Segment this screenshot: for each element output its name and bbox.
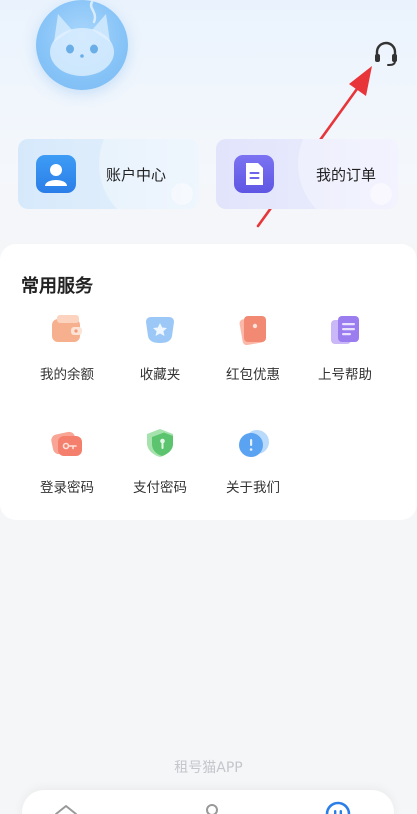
bottom-tab-bar (22, 790, 394, 814)
document-icon (234, 155, 274, 193)
avatar[interactable] (36, 0, 128, 90)
section-title: 常用服务 (21, 276, 93, 297)
service-label: 关于我们 (226, 480, 280, 496)
headset-icon (375, 41, 397, 66)
service-label: 红包优惠 (226, 367, 280, 383)
tab-profile[interactable] (198, 800, 226, 814)
service-about-us[interactable]: 关于我们 (208, 425, 298, 505)
cat-mascot-icon (50, 0, 114, 76)
account-center-label: 账户中心 (106, 166, 167, 184)
help-document-icon (327, 312, 363, 348)
service-favorites[interactable]: 收藏夹 (115, 312, 205, 392)
service-login-password[interactable]: 登录密码 (22, 425, 112, 505)
customer-service-button[interactable] (370, 38, 402, 70)
info-bubble-icon (235, 425, 271, 461)
shield-lock-icon (142, 425, 178, 461)
star-folder-icon (142, 312, 178, 348)
tab-home[interactable] (52, 800, 80, 814)
service-red-packet[interactable]: 红包优惠 (208, 312, 298, 392)
my-orders-card[interactable]: 我的订单 (216, 139, 398, 209)
tab-mine[interactable] (324, 800, 352, 814)
profile-icon (206, 804, 218, 814)
service-payment-password[interactable]: 支付密码 (115, 425, 205, 505)
service-login-help[interactable]: 上号帮助 (300, 312, 390, 392)
key-icon (49, 425, 85, 461)
footer-brand: 租号猫APP (174, 760, 243, 776)
my-orders-label: 我的订单 (316, 166, 377, 184)
service-label: 上号帮助 (318, 367, 372, 383)
smile-icon (325, 801, 351, 814)
service-label: 登录密码 (40, 480, 94, 496)
service-label: 收藏夹 (139, 367, 181, 383)
home-icon (55, 805, 77, 814)
card-decoration-dot (370, 183, 392, 205)
common-services-panel: 常用服务 我的余额 收藏夹 红包优惠 上号帮助 登录密码 支付密码 关于我们 (0, 244, 417, 520)
card-decoration-dot (171, 183, 193, 205)
service-label: 支付密码 (133, 480, 187, 496)
red-packet-icon (235, 312, 271, 348)
service-label: 我的余额 (40, 367, 94, 383)
user-profile-icon (36, 155, 76, 193)
wallet-icon (49, 312, 85, 348)
service-balance[interactable]: 我的余额 (22, 312, 112, 392)
account-center-card[interactable]: 账户中心 (18, 139, 199, 209)
